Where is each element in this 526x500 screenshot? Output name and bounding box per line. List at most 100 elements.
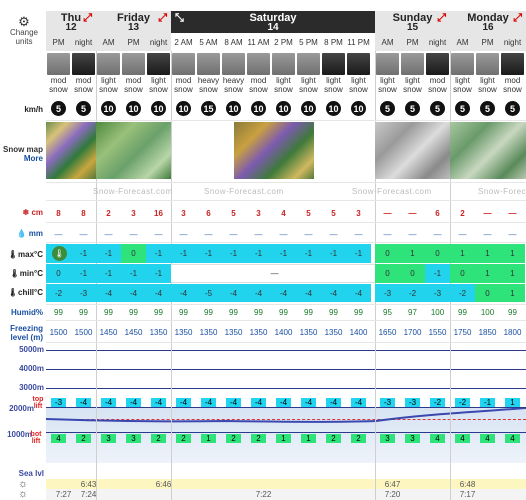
- max-temp-value: -1: [221, 244, 246, 263]
- snow-value: 3: [131, 208, 136, 218]
- min-temp-value: 1: [475, 264, 500, 283]
- weather-icon: [47, 53, 70, 75]
- snow-map-label: Snow map More: [2, 145, 46, 163]
- snow-cm-text: cm: [31, 207, 43, 217]
- change-units-button[interactable]: ⚙ Change units: [6, 15, 42, 46]
- day-header[interactable]: Thu 12 ⤢: [46, 11, 96, 33]
- freezing-value: 1350: [224, 327, 243, 337]
- expand-icon[interactable]: ⤢: [83, 13, 92, 24]
- wind-arrow-icon: 10: [301, 101, 316, 116]
- max-temp-value: -1: [246, 244, 271, 263]
- weather-icon: [376, 53, 399, 75]
- chill-text: chill°C: [18, 287, 43, 297]
- snow-value: 4: [281, 208, 286, 218]
- snow-map-image[interactable]: [96, 122, 171, 179]
- expand-icon[interactable]: ⤢: [437, 13, 446, 24]
- watermark-text: Snow-Forecast.com: [478, 187, 526, 196]
- min-temp-value: -1: [71, 264, 96, 283]
- weather-icon: [297, 53, 320, 75]
- snow-value: 5: [331, 208, 336, 218]
- max-temp-value: 1: [475, 244, 500, 263]
- row-separator: [46, 342, 526, 343]
- alt-label-5000: 5000m: [19, 345, 44, 354]
- snow-map-image[interactable]: [46, 122, 96, 179]
- bot-lift-temp: 4: [480, 434, 495, 443]
- snow-cm-label: ❄ cm: [0, 207, 46, 217]
- snow-value: 5: [231, 208, 236, 218]
- bot-lift-temp: 3: [101, 434, 116, 443]
- bot-lift-temp: 3: [126, 434, 141, 443]
- weather-text: light snow: [478, 76, 497, 94]
- day-header[interactable]: Saturday 14 ⤡: [171, 11, 375, 33]
- weather-text: light snow: [349, 76, 368, 94]
- bot-lift-temp: 1: [201, 434, 216, 443]
- chill-value: -2: [46, 284, 71, 302]
- period-label: 8 AM: [224, 37, 243, 47]
- snow-map-image[interactable]: [234, 122, 314, 179]
- weather-text: light snow: [299, 76, 318, 94]
- max-temp-value: -1: [71, 244, 96, 263]
- period-label: PM: [52, 37, 65, 47]
- wind-arrow-icon: 10: [276, 101, 291, 116]
- period-label: 2 AM: [174, 37, 193, 47]
- expand-icon[interactable]: ⤢: [158, 13, 167, 24]
- max-temp-label: 🌡 max°C: [0, 249, 46, 259]
- wind-arrow-icon: 5: [76, 101, 91, 116]
- max-temp-value: -1: [96, 244, 121, 263]
- bot-lift-temp: 1: [276, 434, 291, 443]
- top-lift-temp: -2: [455, 398, 470, 407]
- freezing-value: 1350: [149, 327, 168, 337]
- weather-text: light snow: [378, 76, 397, 94]
- top-lift-temp: -3: [380, 398, 395, 407]
- max-temp-value: 0: [121, 244, 146, 263]
- collapse-icon[interactable]: ⤡: [175, 13, 184, 24]
- humidity-value: 95: [383, 307, 392, 317]
- bot-lift-temp: 2: [326, 434, 341, 443]
- weather-icon: [222, 53, 245, 75]
- thermometer-icon: 🌡: [7, 249, 18, 259]
- rain-mm-label: 💧 mm: [0, 228, 46, 238]
- snow-map-image[interactable]: [450, 122, 526, 179]
- freezing-value: 1350: [324, 327, 343, 337]
- snow-map-text: Snow map: [2, 145, 43, 154]
- day-header[interactable]: Friday 13 ⤢: [96, 11, 171, 33]
- snow-map-image[interactable]: [375, 122, 450, 179]
- weather-text: light snow: [453, 76, 472, 94]
- max-temp-value: -1: [271, 244, 296, 263]
- rain-value: —: [254, 229, 263, 239]
- period-label: 11 AM: [247, 37, 270, 47]
- min-temp-value: -1: [146, 264, 171, 283]
- day-header[interactable]: Monday 16 ⤢: [450, 11, 526, 33]
- wind-arrow-icon: 10: [176, 101, 191, 116]
- rain-value: —: [354, 229, 363, 239]
- row-separator: [46, 304, 526, 305]
- bot-lift-temp: 2: [351, 434, 366, 443]
- humidity-value: 99: [54, 307, 63, 317]
- humidity-value: 97: [408, 307, 417, 317]
- period-label: PM: [127, 37, 140, 47]
- rain-icon: 💧: [16, 228, 27, 238]
- day-header[interactable]: Sunday 15 ⤢: [375, 11, 450, 33]
- alt-label-2000: 2000m: [9, 404, 34, 413]
- weather-text: mod snow: [249, 76, 268, 94]
- chill-value: -4: [121, 284, 146, 302]
- period-label: night: [74, 37, 93, 47]
- alt-label-sea: Sea lvl: [18, 469, 44, 478]
- snow-map-more-link[interactable]: More: [2, 154, 43, 163]
- sunset-icon: ☼: [18, 488, 29, 500]
- chill-value: -3: [425, 284, 450, 302]
- freezing-value: 1650: [378, 327, 397, 337]
- humidity-value: 99: [204, 307, 213, 317]
- chill-value: -4: [146, 284, 171, 302]
- expand-icon[interactable]: ⤢: [513, 13, 522, 24]
- watermark-text: Snow-Forecast.com: [204, 187, 284, 196]
- weather-icon: [451, 53, 474, 75]
- row-separator: [46, 182, 526, 183]
- max-temp-value: -1: [171, 244, 196, 263]
- chill-value: -4: [96, 284, 121, 302]
- sunset-time: [500, 489, 526, 499]
- snow-value: 3: [256, 208, 261, 218]
- snow-value: —: [508, 208, 517, 218]
- humidity-value: 99: [458, 307, 467, 317]
- weather-text: mod snow: [74, 76, 93, 94]
